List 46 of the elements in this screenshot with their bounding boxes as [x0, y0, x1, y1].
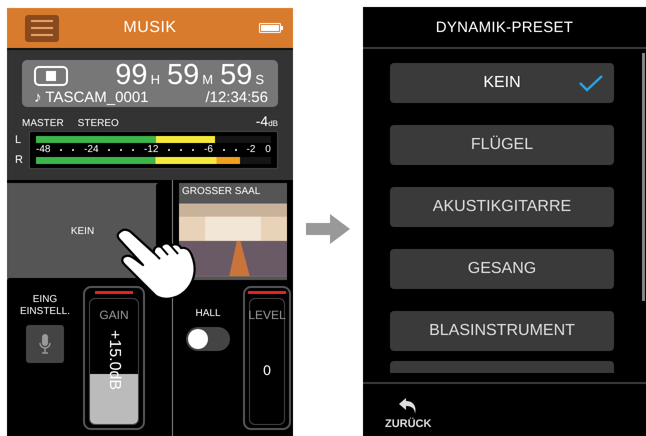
- meter-label: STEREO: [78, 118, 119, 129]
- scale-label: -2: [246, 144, 256, 156]
- time-unit: H: [150, 72, 160, 87]
- reverb-tile[interactable]: GROSSER SAAL: [179, 183, 287, 280]
- battery-icon: [259, 23, 283, 33]
- file-name: ♪ TASCAM_0001: [34, 89, 148, 106]
- gain-fader[interactable]: GAIN +15.0dB: [83, 286, 145, 430]
- right-arrow-icon: [306, 214, 350, 244]
- reverb-name: GROSSER SAAL: [182, 186, 262, 198]
- preset-option[interactable]: AKUSTIKGITARRE: [390, 187, 614, 227]
- reverb-toggle[interactable]: [186, 327, 230, 351]
- stop-icon: [34, 66, 68, 86]
- screen-title: DYNAMIK-PRESET: [363, 7, 646, 49]
- fader-label: GAIN: [99, 308, 129, 322]
- fader-label: LEVEL: [248, 308, 286, 322]
- scale-label: 0: [265, 144, 271, 156]
- back-button[interactable]: ZURÜCK: [385, 397, 432, 430]
- scale-label: -12: [144, 144, 158, 156]
- checkmark-icon: [578, 74, 604, 92]
- total-time: /12:34:56: [205, 89, 268, 106]
- level-reading: -4dB: [256, 113, 278, 129]
- preset-option[interactable]: GESANG: [390, 249, 614, 289]
- preset-option[interactable]: BLASINSTRUMENT: [390, 311, 614, 351]
- scale-label: -48: [36, 144, 50, 156]
- channel-label: L: [15, 134, 22, 146]
- time-unit: S: [255, 72, 264, 87]
- meter-label: MASTER: [22, 118, 64, 129]
- fader-value: +15.0dB: [105, 330, 123, 390]
- time-unit: M: [202, 72, 214, 87]
- menu-button[interactable]: [25, 14, 59, 42]
- fader-value: 0: [263, 362, 271, 378]
- mic-button[interactable]: [26, 325, 64, 363]
- preset-option[interactable]: FLÜGEL: [390, 125, 614, 165]
- microphone-icon: [39, 334, 51, 354]
- preset-option[interactable]: KEIN: [390, 63, 614, 103]
- reverb-label: HALL: [195, 308, 220, 319]
- scale-label: -24: [84, 144, 99, 156]
- scale-label: -6: [204, 144, 213, 156]
- screen-title: MUSIK: [122, 19, 178, 37]
- back-arrow-icon: [398, 397, 418, 415]
- time-value: 59: [220, 62, 252, 89]
- time-value: 59: [166, 62, 200, 89]
- time-value: 99: [115, 62, 148, 89]
- channel-label: R: [15, 154, 24, 166]
- level-fader[interactable]: LEVEL 0: [243, 286, 291, 430]
- input-settings-label: EING EINSTELL.: [20, 294, 70, 318]
